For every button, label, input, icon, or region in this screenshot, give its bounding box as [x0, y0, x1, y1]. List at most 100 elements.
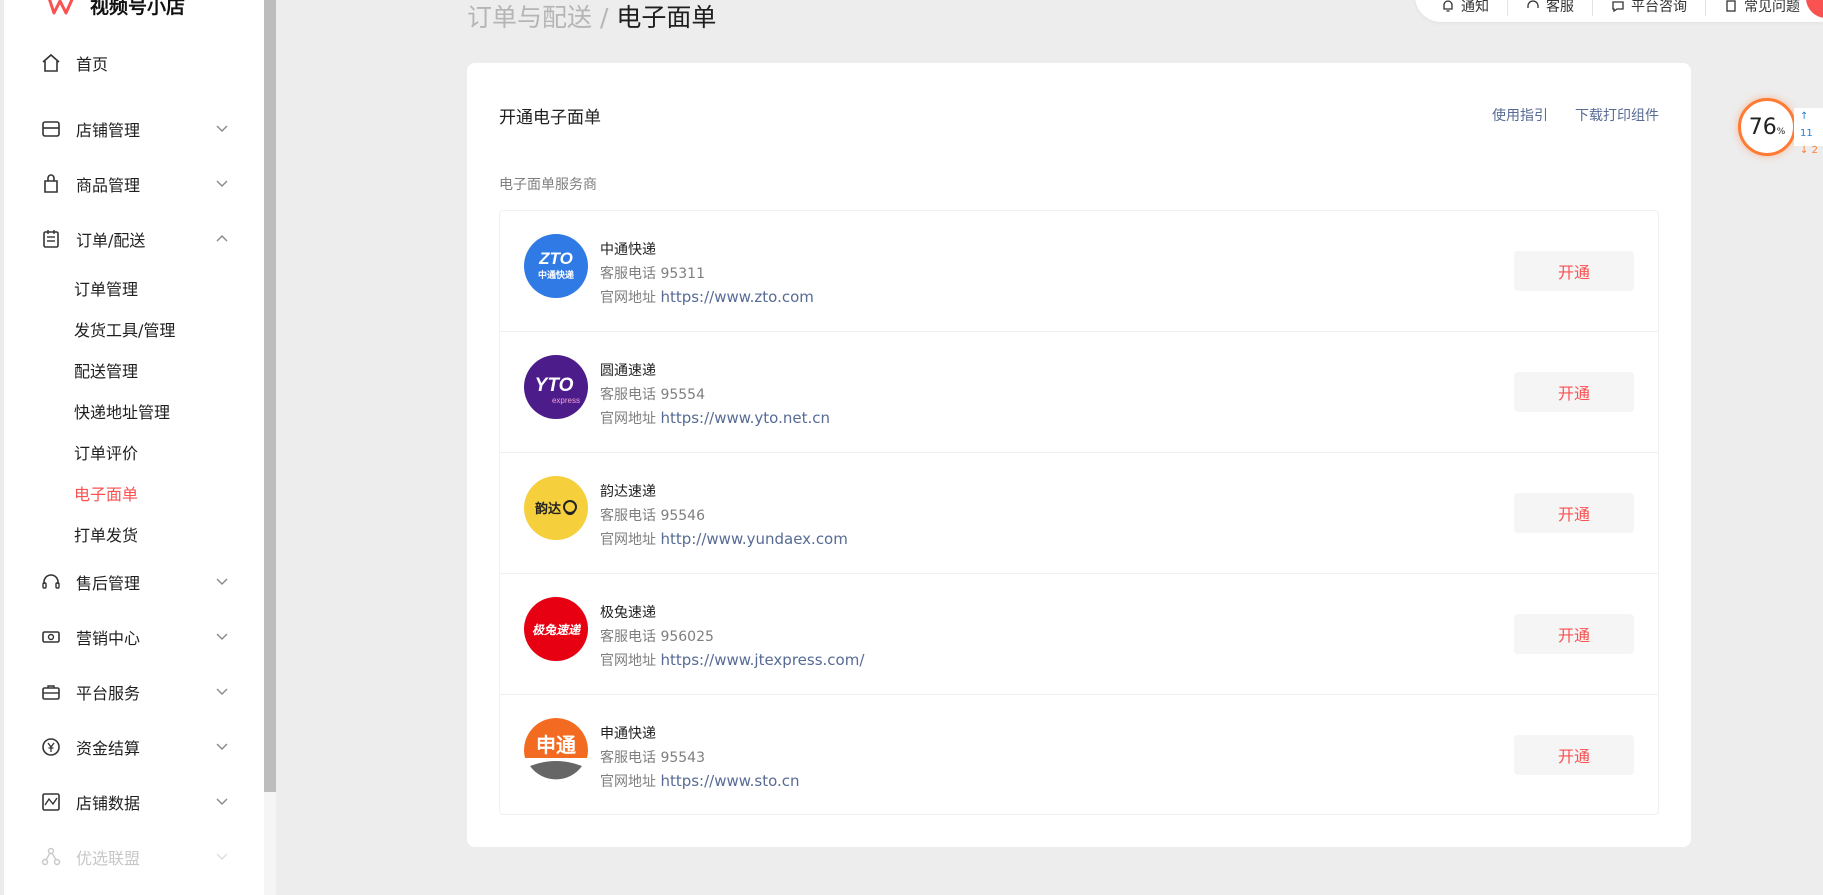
provider-name: 极兔速递	[600, 605, 656, 621]
sto-logo: 申通	[524, 718, 588, 782]
sidebar-item-label: 商品管理	[76, 176, 141, 195]
clipboard-icon	[40, 228, 62, 250]
yto-logo-sub: express	[552, 396, 580, 405]
sidebar-subitem-reviews[interactable]: 订单评价	[74, 440, 138, 464]
download-stat: ↓ 2	[1800, 145, 1818, 156]
sidebar-item-settlement[interactable]: 资金结算	[40, 732, 230, 762]
sidebar-subitem-print-ship[interactable]: 打单发货	[74, 522, 138, 546]
sidebar-item-store-data[interactable]: 店铺数据	[40, 787, 230, 817]
sidebar-scrollbar-thumb[interactable]	[264, 0, 276, 792]
provider-site: 官网地址 https://www.jtexpress.com/	[600, 650, 864, 670]
home-icon	[40, 52, 62, 74]
activate-button-yto[interactable]: 开通	[1514, 372, 1634, 412]
customer-service-label: 客服	[1546, 0, 1574, 15]
provider-site: 官网地址 https://www.sto.cn	[600, 771, 800, 791]
activate-button-yunda[interactable]: 开通	[1514, 493, 1634, 533]
faq-label: 常见问题	[1744, 0, 1800, 15]
site-url-link[interactable]: https://www.jtexpress.com/	[660, 651, 864, 669]
performance-widget[interactable]: 76% ↑ 11 ↓ 2	[1738, 98, 1823, 160]
yunda-logo: 韵达	[524, 476, 588, 540]
download-print-plugin-link[interactable]: 下载打印组件	[1575, 105, 1659, 125]
zto-logo-text: ZTO	[538, 249, 573, 268]
sidebar-subitem-delivery[interactable]: 配送管理	[74, 358, 138, 382]
jt-logo: 极兔速递	[524, 597, 588, 661]
download-value: 2	[1811, 145, 1818, 156]
phone-number: 95554	[660, 387, 705, 403]
breadcrumb-parent[interactable]: 订单与配送	[467, 3, 592, 32]
phone-prefix: 客服电话	[600, 750, 661, 766]
site-url-link[interactable]: http://www.yundaex.com	[660, 530, 847, 548]
chevron-up-icon	[216, 235, 228, 242]
site-url-link[interactable]: https://www.zto.com	[660, 288, 813, 306]
upload-stat: ↑ 11	[1800, 111, 1813, 139]
provider-name: 中通快递	[600, 242, 656, 258]
chevron-down-icon	[216, 180, 228, 187]
activate-button-sto[interactable]: 开通	[1514, 735, 1634, 775]
provider-phone: 客服电话 95543	[600, 747, 705, 767]
activate-button-zto[interactable]: 开通	[1514, 251, 1634, 291]
jt-logo-text: 极兔速递	[532, 623, 582, 637]
phone-prefix: 客服电话	[600, 629, 661, 645]
provider-phone: 客服电话 95546	[600, 505, 705, 525]
site-prefix: 官网地址	[600, 411, 661, 427]
sidebar-subitem-order-management[interactable]: 订单管理	[74, 276, 138, 300]
provider-name: 申通快递	[600, 726, 656, 742]
notification-button[interactable]: 通知	[1441, 0, 1489, 16]
sidebar-item-label: 订单/配送	[76, 231, 146, 250]
brand[interactable]: 视频号小店	[44, 0, 185, 20]
sidebar-scrollbar-track[interactable]	[264, 792, 276, 895]
faq-button[interactable]: 常见问题	[1724, 0, 1800, 16]
sidebar-item-products[interactable]: 商品管理	[40, 169, 230, 199]
platform-consult-button[interactable]: 平台咨询	[1611, 0, 1687, 16]
zto-logo-sub: 中通快递	[538, 269, 574, 281]
customer-service-button[interactable]: 客服	[1526, 0, 1574, 16]
performance-gauge[interactable]: 76%	[1738, 98, 1796, 156]
phone-prefix: 客服电话	[600, 387, 661, 403]
divider	[1705, 0, 1706, 16]
sidebar-subitem-address[interactable]: 快递地址管理	[74, 399, 170, 423]
chart-icon	[40, 791, 62, 813]
platform-consult-label: 平台咨询	[1631, 0, 1687, 15]
sidebar-item-alliance[interactable]: 优选联盟	[40, 842, 230, 872]
usage-guide-link[interactable]: 使用指引	[1492, 105, 1548, 125]
provider-site: 官网地址 https://www.zto.com	[600, 287, 814, 307]
site-prefix: 官网地址	[600, 290, 661, 306]
traffic-stats: ↑ 11 ↓ 2	[1794, 108, 1823, 156]
sidebar-subitem-e-waybill[interactable]: 电子面单	[74, 481, 138, 505]
network-icon	[40, 846, 62, 868]
chevron-down-icon	[216, 853, 228, 860]
chevron-down-icon	[216, 688, 228, 695]
chevron-down-icon	[216, 798, 228, 805]
sto-logo-text: 申通	[536, 733, 576, 757]
sidebar-item-label: 首页	[76, 55, 109, 74]
sidebar-item-aftersales[interactable]: 售后管理	[40, 567, 230, 597]
provider-row-sto: 申通 申通快递 客服电话 95543 官网地址 https://www.sto.…	[500, 695, 1658, 816]
phone-prefix: 客服电话	[600, 266, 661, 282]
sidebar-item-label: 资金结算	[76, 739, 141, 758]
sidebar-item-label: 店铺数据	[76, 794, 141, 813]
sidebar: 视频号小店 首页 店铺管理 商品管理 订单/配送 订单管理 发货工具/管理 配送…	[0, 0, 276, 895]
yunda-logo-text: 韵达	[535, 501, 561, 517]
yto-logo-text: YTO	[535, 375, 574, 396]
activate-button-jt[interactable]: 开通	[1514, 614, 1634, 654]
site-url-link[interactable]: https://www.yto.net.cn	[660, 409, 830, 427]
document-icon	[1726, 0, 1736, 12]
sidebar-item-platform-services[interactable]: 平台服务	[40, 677, 230, 707]
provider-site: 官网地址 http://www.yundaex.com	[600, 529, 848, 549]
sidebar-item-orders[interactable]: 订单/配送	[40, 224, 230, 254]
phone-prefix: 客服电话	[600, 508, 661, 524]
chevron-down-icon	[216, 578, 228, 585]
sidebar-subitem-shipping-tools[interactable]: 发货工具/管理	[74, 317, 175, 341]
site-url-link[interactable]: https://www.sto.cn	[660, 772, 799, 790]
site-prefix: 官网地址	[600, 774, 661, 790]
sidebar-item-home[interactable]: 首页	[40, 48, 230, 78]
performance-value: 76	[1748, 114, 1777, 140]
chat-bubble-icon	[1612, 1, 1624, 13]
sidebar-item-store[interactable]: 店铺管理	[40, 114, 230, 144]
sidebar-item-marketing[interactable]: 营销中心	[40, 622, 230, 652]
provider-phone: 客服电话 956025	[600, 626, 714, 646]
phone-number: 95311	[660, 266, 705, 282]
sidebar-item-label: 优选联盟	[76, 849, 141, 868]
divider	[1592, 0, 1593, 16]
yto-logo: YTO express	[524, 355, 588, 419]
